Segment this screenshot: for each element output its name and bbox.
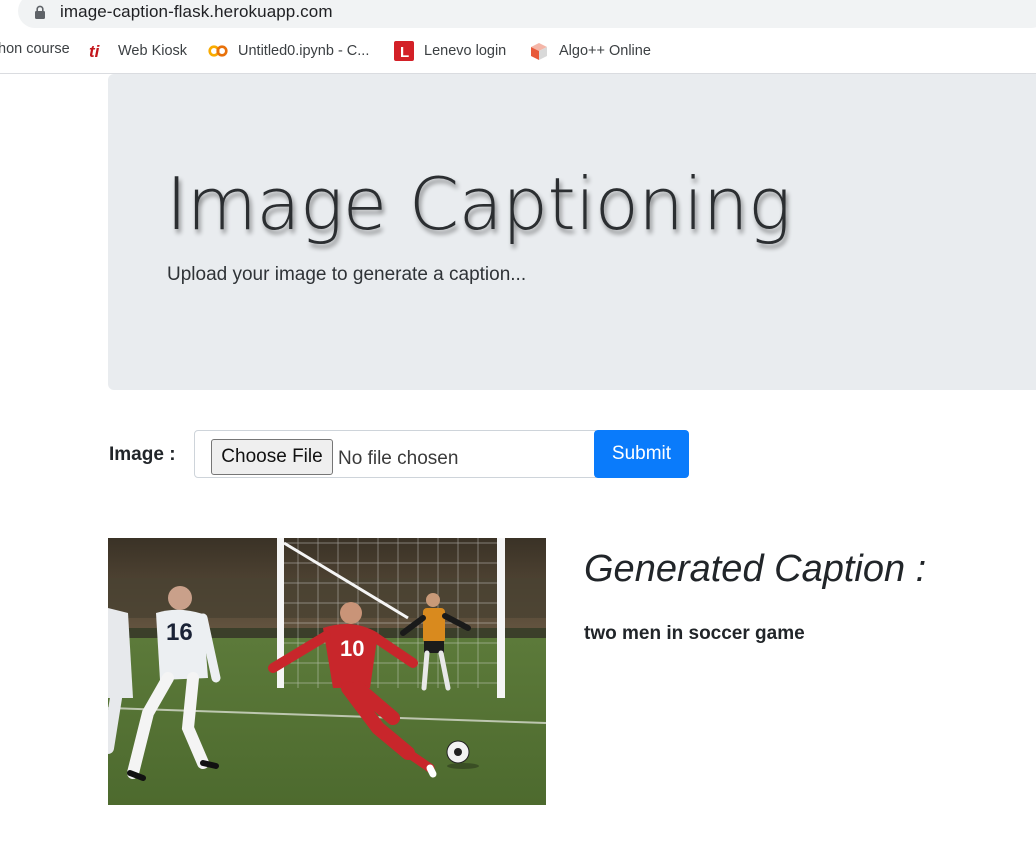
cube-icon <box>529 41 549 61</box>
jersey-number-10: 10 <box>340 636 364 661</box>
colab-icon <box>208 41 228 61</box>
generated-caption-text: two men in soccer game <box>584 623 805 644</box>
file-input[interactable]: Choose File No file chosen <box>194 430 596 478</box>
ti-logo-icon: ti <box>88 41 108 61</box>
bookmarks-bar: hon course ti Web Kiosk Untitled0.ipynb … <box>0 28 1036 74</box>
page-subtitle: Upload your image to generate a caption.… <box>167 264 527 285</box>
svg-text:L: L <box>400 44 409 61</box>
soccer-photo-illustration: 16 10 <box>108 538 546 805</box>
bookmark-label: Web Kiosk <box>118 43 188 59</box>
uploaded-photo: 16 10 <box>108 538 546 805</box>
browser-address-bar: image-caption-flask.herokuapp.com <box>0 0 1036 28</box>
bookmark-label: hon course <box>0 41 70 57</box>
bookmark-label: Untitled0.ipynb - C... <box>238 43 370 59</box>
svg-text:ti: ti <box>89 42 101 61</box>
bookmark-algo-online[interactable]: Algo++ Online <box>529 41 651 61</box>
hero-jumbotron: Image Captioning Upload your image to ge… <box>108 74 1036 390</box>
bookmark-label: Algo++ Online <box>559 43 651 59</box>
choose-file-button[interactable]: Choose File <box>211 439 333 475</box>
bookmark-colab[interactable]: Untitled0.ipynb - C... <box>208 41 369 61</box>
bookmark-lenevo-login[interactable]: L Lenevo login <box>394 41 506 61</box>
bookmark-python-course[interactable]: hon course <box>0 41 70 57</box>
file-status-text: No file chosen <box>338 448 459 469</box>
lock-icon[interactable] <box>34 5 46 19</box>
l-logo-icon: L <box>394 41 414 61</box>
bookmark-web-kiosk[interactable]: ti Web Kiosk <box>88 41 187 61</box>
bookmark-label: Lenevo login <box>424 43 507 59</box>
url-text[interactable]: image-caption-flask.herokuapp.com <box>60 2 333 22</box>
generated-caption-heading: Generated Caption : <box>584 548 927 590</box>
jersey-number-16: 16 <box>166 619 193 646</box>
image-field-label: Image : <box>109 444 176 465</box>
submit-button[interactable]: Submit <box>594 430 689 478</box>
page-title: Image Captioning <box>166 162 791 246</box>
